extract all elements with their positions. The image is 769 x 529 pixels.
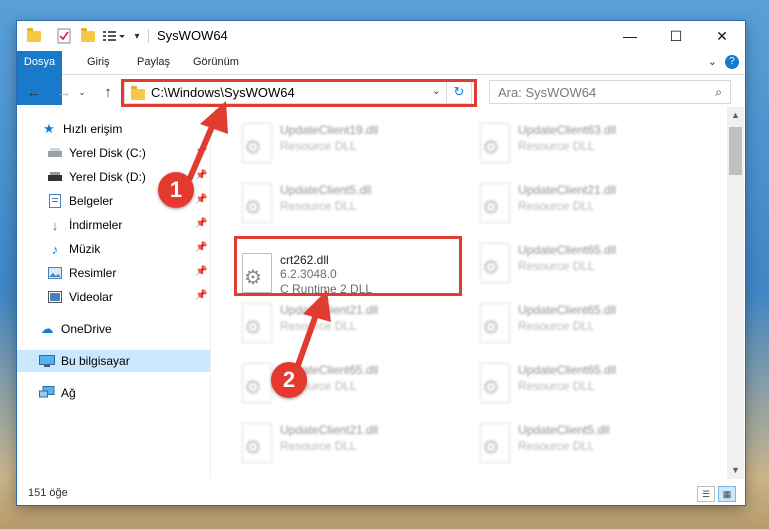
annotation-arrows: [187, 101, 331, 371]
step-1-badge: 1: [158, 172, 194, 208]
arrow-1: [187, 101, 228, 181]
step-2-badge: 2: [271, 362, 307, 398]
arrow-2: [294, 290, 331, 371]
